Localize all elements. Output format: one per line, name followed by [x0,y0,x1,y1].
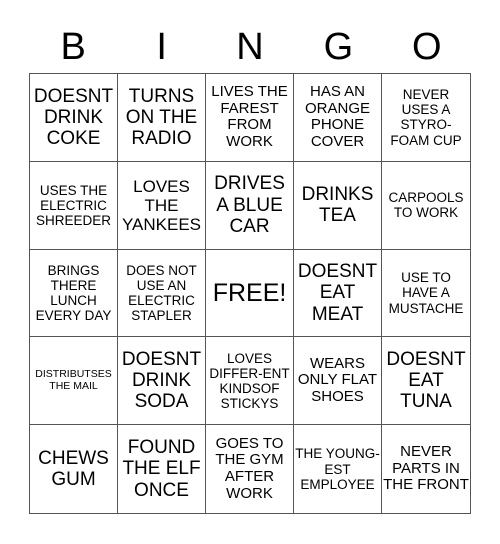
bingo-cell[interactable]: FOUND THE ELF ONCE [118,425,206,513]
bingo-cell[interactable]: DOESNT EAT MEAT [294,249,382,338]
bingo-cell[interactable]: DOES NOT USE AN ELECTRIC STAPLER [118,249,206,338]
bingo-cell[interactable]: DOESNT EAT TUNA [382,337,470,426]
bingo-cell[interactable]: DRIVES A BLUE CAR [206,161,294,250]
bingo-cell[interactable]: CHEWS GUM [30,425,118,513]
bingo-cell[interactable]: GOES TO THE GYM AFTER WORK [206,425,294,513]
bingo-cell[interactable]: DRINKS TEA [294,161,382,250]
bingo-cell[interactable]: LOVES DIFFER-ENT KINDSOF STICKYS [206,337,294,426]
free-space[interactable]: FREE! [206,249,294,338]
header-letter-i: I [156,26,167,68]
bingo-cell[interactable]: LIVES THE FAREST FROM WORK [206,74,294,162]
bingo-cell[interactable]: BRINGS THERE LUNCH EVERY DAY [30,249,118,338]
bingo-cell[interactable]: NEVER USES A STYRO- FOAM CUP [382,74,470,162]
bingo-cell[interactable]: LOVES THE YANKEES [118,161,206,250]
header-letter-b: B [60,26,86,68]
bingo-grid: DOESNT DRINK COKE TURNS ON THE RADIO LIV… [29,73,471,514]
bingo-cell[interactable]: WEARS ONLY FLAT SHOES [294,337,382,426]
bingo-cell[interactable]: USES THE ELECTRIC SHREEDER [30,161,118,250]
bingo-header: B I N G O [29,22,471,72]
bingo-cell[interactable]: CARPOOLS TO WORK [382,162,470,250]
header-letter-o: O [412,26,442,68]
bingo-cell[interactable]: THE YOUNG- EST EMPLOYEE [294,425,382,513]
header-letter-n: N [236,26,264,68]
bingo-cell[interactable]: HAS AN ORANGE PHONE COVER [294,74,382,162]
bingo-cell[interactable]: DISTRIBUTSES THE MAIL [30,337,118,426]
bingo-cell[interactable]: NEVER PARTS IN THE FRONT [382,425,470,513]
bingo-cell[interactable]: USE TO HAVE A MUSTACHE [382,250,470,338]
bingo-cell[interactable]: TURNS ON THE RADIO [118,74,206,162]
bingo-cell[interactable]: DOESNT DRINK COKE [30,74,118,162]
header-letter-g: G [323,26,354,68]
bingo-cell[interactable]: DOESNT DRINK SODA [118,337,206,426]
